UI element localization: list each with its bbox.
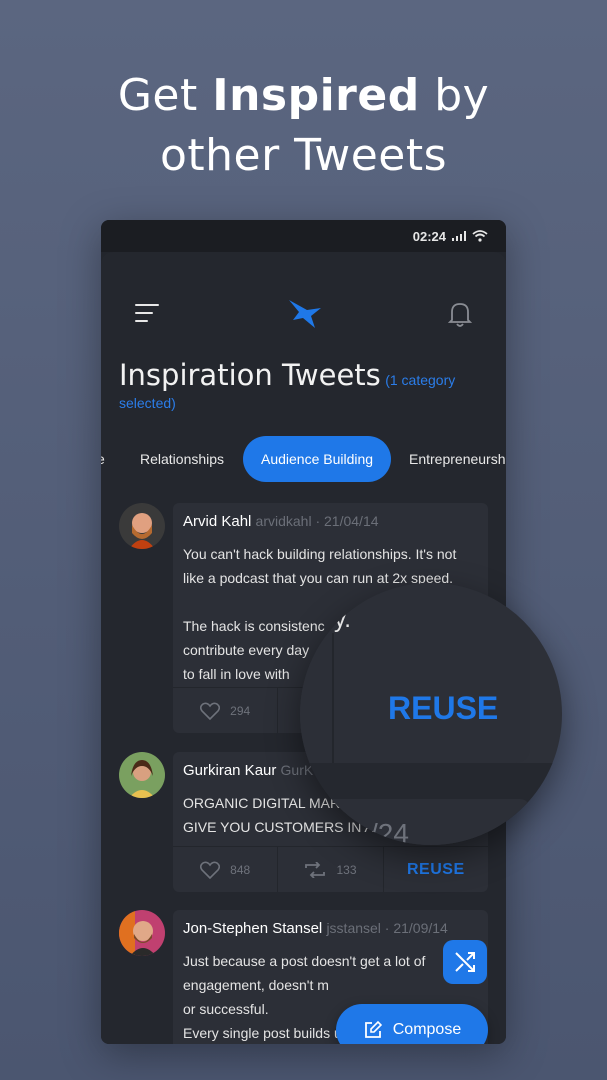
magnified-date-fragment: /24 (370, 818, 409, 845)
magnifier-lens: y. REUSE /24 (300, 583, 562, 845)
compose-label: Compose (392, 1021, 462, 1038)
bird-logo-icon (289, 300, 321, 328)
author-name: Gurkiran Kaur (183, 762, 277, 779)
reuse-button[interactable]: REUSE (384, 847, 488, 892)
signal-icon (452, 231, 466, 241)
tweet-actions: 848 133 REUSE (173, 846, 488, 892)
like-count: 848 (230, 862, 251, 877)
like-button[interactable]: 294 (173, 688, 279, 733)
status-bar: 02:24 (101, 220, 506, 252)
category-tabs: e Relationships Audience Building Entrep… (101, 436, 506, 482)
tab-audience-building[interactable]: Audience Building (243, 436, 392, 482)
tweet-meta: Arvid Kahl arvidkahl · 21/04/14 (183, 513, 478, 530)
magnified-reuse-label: REUSE (388, 690, 498, 726)
like-count: 294 (230, 703, 251, 718)
headline: Get Inspired by other Tweets (0, 66, 607, 186)
edit-icon (364, 1020, 382, 1038)
tweet-line: You can't hack building relationships. I… (183, 546, 457, 562)
tab-relationships[interactable]: Relationships (140, 436, 224, 482)
heart-icon (200, 702, 221, 720)
headline-line-1: Get Inspired by (117, 70, 490, 121)
bell-icon[interactable] (448, 300, 472, 328)
wifi-icon (472, 230, 488, 242)
magnified-view: y. REUSE /24 (300, 583, 562, 845)
magnified-text-fragment: y. (334, 606, 351, 633)
shuffle-icon (455, 952, 475, 972)
author-name: Jon-Stephen Stansel (183, 920, 323, 937)
top-bar (101, 252, 506, 342)
heart-icon (200, 861, 221, 879)
author-name: Arvid Kahl (183, 513, 252, 530)
page-header: Inspiration Tweets (1 category selected) (119, 361, 488, 415)
author-handle: jsstansel · 21/09/14 (326, 920, 448, 936)
retweet-icon (305, 861, 326, 878)
status-time: 02:24 (412, 228, 446, 244)
headline-line-2: other Tweets (159, 130, 448, 181)
avatar[interactable] (119, 503, 165, 549)
page-title: Inspiration Tweets (119, 358, 381, 392)
hamburger-menu-icon[interactable] (135, 304, 159, 324)
tab-entrepreneurship[interactable]: Entrepreneurship (409, 436, 506, 482)
author-handle: arvidkahl · 21/04/14 (255, 513, 379, 529)
tweet-line: engagement, doesn't m (183, 977, 329, 993)
tweet-line: Just because a post doesn't get a lot of (183, 953, 426, 969)
avatar[interactable] (119, 910, 165, 956)
avatar[interactable] (119, 752, 165, 798)
tab-partial[interactable]: e (101, 436, 105, 482)
retweet-count: 133 (336, 862, 357, 877)
compose-button[interactable]: Compose (336, 1004, 488, 1044)
shuffle-button[interactable] (443, 940, 487, 984)
retweet-button[interactable]: 133 (278, 847, 384, 892)
like-button[interactable]: 848 (173, 847, 279, 892)
tweet-meta: Jon-Stephen Stansel jsstansel · 21/09/14 (183, 920, 478, 937)
